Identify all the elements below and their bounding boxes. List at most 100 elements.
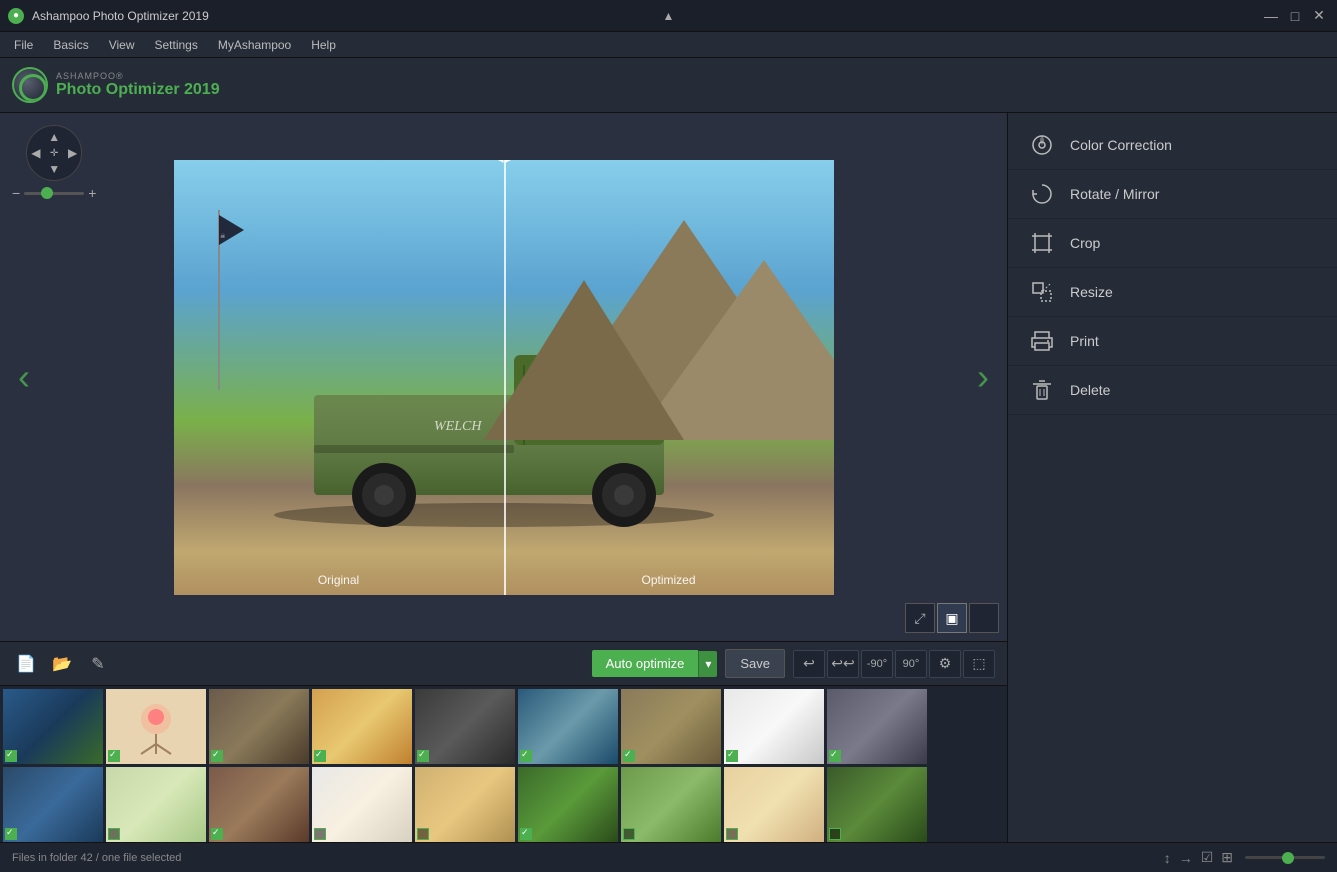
thumb-checkbox-10	[5, 828, 17, 840]
prev-photo-button[interactable]: ‹	[8, 346, 40, 408]
rotate-mirror-label: Rotate / Mirror	[1070, 186, 1159, 202]
thumbnail-13[interactable]	[312, 767, 412, 842]
delete-item[interactable]: Delete	[1008, 366, 1337, 415]
status-sort-button[interactable]: ↕	[1164, 850, 1171, 866]
status-arrow-button[interactable]: →	[1179, 850, 1193, 866]
app-icon: ●	[8, 8, 24, 24]
thumbnail-2[interactable]	[106, 689, 206, 764]
nav-right-icon: ▶	[68, 146, 77, 160]
page-wrapper: ● Ashampoo Photo Optimizer 2019 — □ ✕ Fi…	[0, 0, 1337, 872]
appheader: Ashampoo® Photo Optimizer 2019	[0, 58, 1337, 113]
print-label: Print	[1070, 333, 1099, 349]
menu-basics[interactable]: Basics	[43, 32, 98, 57]
thumbnail-3[interactable]	[209, 689, 309, 764]
delete-icon	[1028, 376, 1056, 404]
thumbnail-6[interactable]	[518, 689, 618, 764]
window-controls: — □ ✕	[1261, 6, 1329, 26]
thumbnail-15[interactable]	[518, 767, 618, 842]
status-check-button[interactable]: ☑	[1201, 849, 1214, 866]
zoom-slider-row: − +	[12, 185, 96, 201]
original-label: Original	[318, 573, 359, 587]
resize-item[interactable]: Resize	[1008, 268, 1337, 317]
thumb-checkbox-14	[417, 828, 429, 840]
thumbnail-11[interactable]	[106, 767, 206, 842]
settings-button[interactable]: ⚙	[929, 650, 961, 678]
crop-icon	[1028, 229, 1056, 257]
thumbnail-rows	[0, 686, 1007, 842]
status-icons: ↕ → ☑ ⊞	[1164, 849, 1325, 866]
menu-help[interactable]: Help	[301, 32, 346, 57]
thumbnail-5[interactable]	[415, 689, 515, 764]
title-text: Ashampoo Photo Optimizer 2019	[32, 9, 1261, 23]
thumbnail-4[interactable]	[312, 689, 412, 764]
name-rest: Optimizer 2019	[101, 81, 219, 98]
brand-name: Ashampoo®	[56, 71, 220, 81]
auto-optimize-dropdown[interactable]: ▾	[698, 651, 717, 677]
menu-myashampoo[interactable]: MyAshampoo	[208, 32, 301, 57]
new-file-button[interactable]: 📄	[12, 650, 40, 678]
status-text: Files in folder 42 / one file selected	[12, 852, 1164, 864]
thumbnail-1[interactable]	[3, 689, 103, 764]
statusbar: Files in folder 42 / one file selected ↕…	[0, 842, 1337, 872]
rotate-mirror-item[interactable]: Rotate / Mirror	[1008, 170, 1337, 219]
crop-item[interactable]: Crop	[1008, 219, 1337, 268]
thumbnail-7[interactable]	[621, 689, 721, 764]
thumb-checkbox-6	[520, 750, 532, 762]
thumb-2-img	[106, 689, 206, 764]
menu-view[interactable]: View	[99, 32, 145, 57]
app-logo	[12, 67, 48, 103]
status-grid-button[interactable]: ⊞	[1221, 849, 1233, 866]
thumbnail-18[interactable]	[827, 767, 927, 842]
rotate-cw-button[interactable]: 90°	[895, 650, 927, 678]
thumb-checkbox-15	[520, 828, 532, 840]
app-name: Ashampoo® Photo Optimizer 2019	[56, 71, 220, 99]
menu-settings[interactable]: Settings	[144, 32, 207, 57]
thumbnail-14[interactable]	[415, 767, 515, 842]
select-button[interactable]: ⬚	[963, 650, 995, 678]
thumbnail-10[interactable]	[3, 767, 103, 842]
print-item[interactable]: Print	[1008, 317, 1337, 366]
delete-label: Delete	[1070, 382, 1110, 398]
left-viewer: ▲ ▼ ◀ ▶ ✛ − + ‹ ›	[0, 113, 1007, 842]
open-folder-button[interactable]: 📂	[48, 650, 76, 678]
minimize-button[interactable]: —	[1261, 6, 1281, 26]
split-view-button[interactable]: ▣	[937, 603, 967, 633]
thumb-checkbox-13	[314, 828, 326, 840]
thumbnail-9[interactable]	[827, 689, 927, 764]
next-photo-button[interactable]: ›	[967, 346, 999, 408]
menu-file[interactable]: File	[4, 32, 43, 57]
zoom-slider[interactable]	[24, 192, 84, 195]
thumbnail-17[interactable]	[724, 767, 824, 842]
maximize-button[interactable]: □	[1285, 6, 1305, 26]
thumb-checkbox-1	[5, 750, 17, 762]
nav-center-icon: ✛	[44, 143, 64, 163]
viewer-and-panel: ▲ ▼ ◀ ▶ ✛ − + ‹ ›	[0, 113, 1337, 842]
zoom-plus-icon[interactable]: +	[88, 185, 96, 201]
single-view-button[interactable]	[969, 603, 999, 633]
color-correction-icon	[1028, 131, 1056, 159]
undo-button[interactable]: ↩	[793, 650, 825, 678]
nav-up-icon: ▲	[48, 130, 60, 144]
thumb-checkbox-3	[211, 750, 223, 762]
undo-all-button[interactable]: ↩↩	[827, 650, 859, 678]
save-button[interactable]: Save	[725, 649, 785, 678]
fullscreen-button[interactable]: ⤢	[905, 603, 935, 633]
thumbnail-16[interactable]	[621, 767, 721, 842]
thumbnail-size-slider[interactable]	[1245, 856, 1325, 859]
rotate-ccw-button[interactable]: -90°	[861, 650, 893, 678]
thumbnail-8[interactable]	[724, 689, 824, 764]
thumb-checkbox-18	[829, 828, 841, 840]
thumbnail-strip	[0, 685, 1007, 842]
color-correction-item[interactable]: Color Correction	[1008, 121, 1337, 170]
close-button[interactable]: ✕	[1309, 6, 1329, 26]
split-arrows: ◀ ▶	[493, 160, 517, 165]
edit-button[interactable]: ✎	[84, 650, 112, 678]
thumb-checkbox-4	[314, 750, 326, 762]
thumbnail-12[interactable]	[209, 767, 309, 842]
action-buttons: ↩ ↩↩ -90° 90° ⚙ ⬚	[793, 650, 995, 678]
photo-area: ▲ ▼ ◀ ▶ ✛ − + ‹ ›	[0, 113, 1007, 641]
thumb-checkbox-7	[623, 750, 635, 762]
auto-optimize-button[interactable]: Auto optimize	[592, 650, 699, 677]
zoom-nav[interactable]: ▲ ▼ ◀ ▶ ✛	[26, 125, 82, 181]
zoom-minus-icon[interactable]: −	[12, 185, 20, 201]
